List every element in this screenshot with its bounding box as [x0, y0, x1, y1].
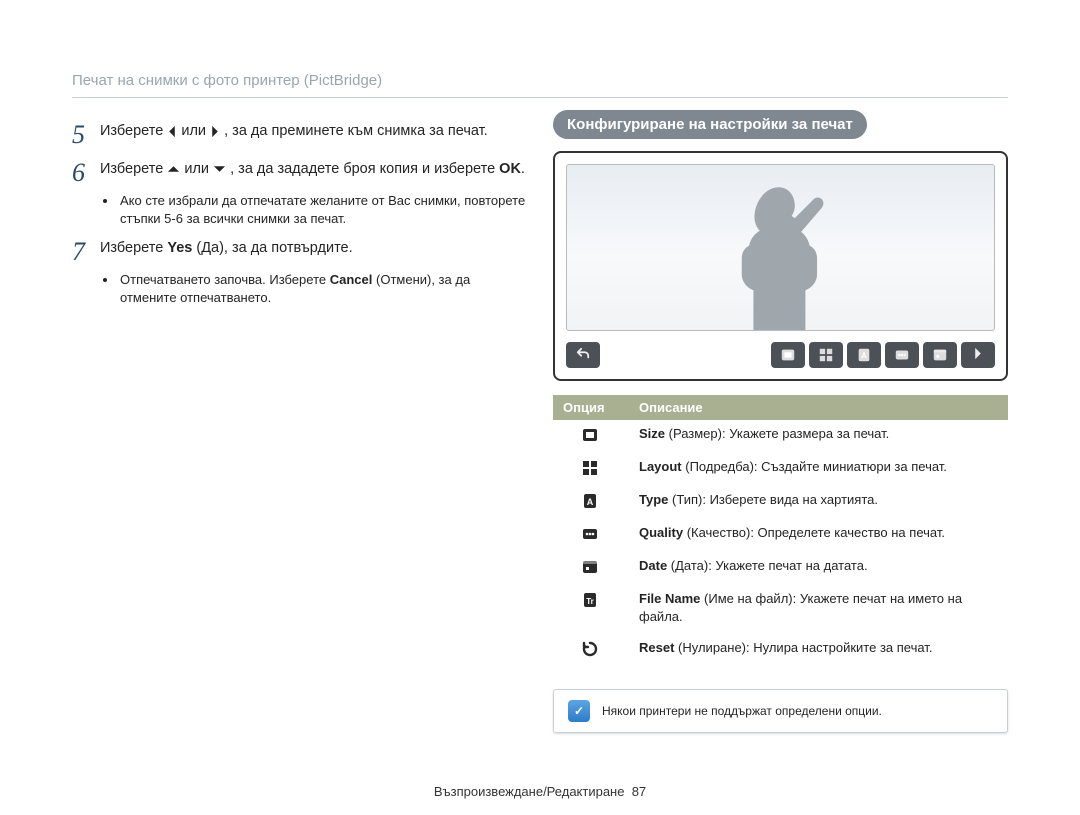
caret-down-icon: [213, 164, 226, 174]
option-description: Reset (Нулиране): Нулира настройките за …: [639, 639, 998, 657]
step-number: 5: [72, 122, 94, 148]
note-box: ✓ Някои принтери не поддържат определени…: [553, 689, 1008, 733]
options-table-head: Опция Описание: [553, 395, 1008, 420]
option-description: File Name (Име на файл): Укажете печат н…: [639, 590, 998, 625]
right-column: Конфигуриране на настройки за печат: [553, 110, 1008, 733]
option-description: Size (Размер): Укажете размера за печат.: [639, 425, 998, 443]
toolbar-layout-button[interactable]: [809, 342, 843, 368]
caret-up-icon: [167, 164, 180, 174]
step-7: 7 Изберете Yes (Да), за да потвърдите.: [72, 239, 527, 265]
page-footer: Възпроизвеждане/Редактиране 87: [0, 784, 1080, 799]
table-row: Reset (Нулиране): Нулира настройките за …: [553, 634, 1008, 667]
info-icon: ✓: [568, 700, 590, 722]
left-column: 5 Изберете или , за да преминете към сни…: [72, 110, 527, 733]
table-row: Date (Дата): Укажете печат на датата.: [553, 552, 1008, 585]
table-row: Quality (Качество): Определете качество …: [553, 519, 1008, 552]
size-icon: [563, 425, 617, 444]
lcd-preview: [553, 151, 1008, 381]
table-row: Size (Размер): Укажете размера за печат.: [553, 420, 1008, 453]
table-row: File Name (Име на файл): Укажете печат н…: [553, 585, 1008, 634]
type-icon: [563, 491, 617, 510]
step-text: Изберете или , за да преминете към снимк…: [100, 122, 527, 142]
table-row: Layout (Подредба): Създайте миниатюри за…: [553, 453, 1008, 486]
caret-right-icon: [210, 125, 220, 138]
next-button[interactable]: [961, 342, 995, 368]
toolbar-size-button[interactable]: [771, 342, 805, 368]
breadcrumb: Печат на снимки с фото принтер (PictBrid…: [72, 72, 1008, 98]
toolbar-quality-button[interactable]: [885, 342, 919, 368]
step-6: 6 Изберете или , за да зададете броя коп…: [72, 160, 527, 186]
step-number: 6: [72, 160, 94, 186]
lcd-viewport: [566, 164, 995, 331]
step-number: 7: [72, 239, 94, 265]
note-text: Някои принтери не поддържат определени о…: [602, 704, 882, 718]
section-title: Конфигуриране на настройки за печат: [553, 110, 867, 139]
step-6-sub: Ако сте избрали да отпечатате желаните о…: [72, 192, 527, 227]
step-text: Изберете Yes (Да), за да потвърдите.: [100, 239, 527, 259]
back-button[interactable]: [566, 342, 600, 368]
filename-icon: [563, 590, 617, 609]
option-description: Layout (Подредба): Създайте миниатюри за…: [639, 458, 998, 476]
options-table: Опция Описание Size (Размер): Укажете ра…: [553, 395, 1008, 667]
lcd-toolbar: [566, 342, 995, 368]
table-row: Type (Тип): Изберете вида на хартията.: [553, 486, 1008, 519]
step-text: Изберете или , за да зададете броя копия…: [100, 160, 527, 180]
date-icon: [563, 557, 617, 576]
child-silhouette: [631, 182, 930, 331]
option-description: Date (Дата): Укажете печат на датата.: [639, 557, 998, 575]
toolbar-type-button[interactable]: [847, 342, 881, 368]
reset-icon: [563, 639, 617, 658]
step-7-sub: Отпечатването започва. Изберете Cancel (…: [72, 271, 527, 306]
step-5: 5 Изберете или , за да преминете към сни…: [72, 122, 527, 148]
ok-label: OK: [499, 161, 521, 177]
layout-icon: [563, 458, 617, 477]
option-description: Quality (Качество): Определете качество …: [639, 524, 998, 542]
caret-left-icon: [167, 125, 177, 138]
quality-icon: [563, 524, 617, 543]
option-description: Type (Тип): Изберете вида на хартията.: [639, 491, 998, 509]
toolbar-date-button[interactable]: [923, 342, 957, 368]
